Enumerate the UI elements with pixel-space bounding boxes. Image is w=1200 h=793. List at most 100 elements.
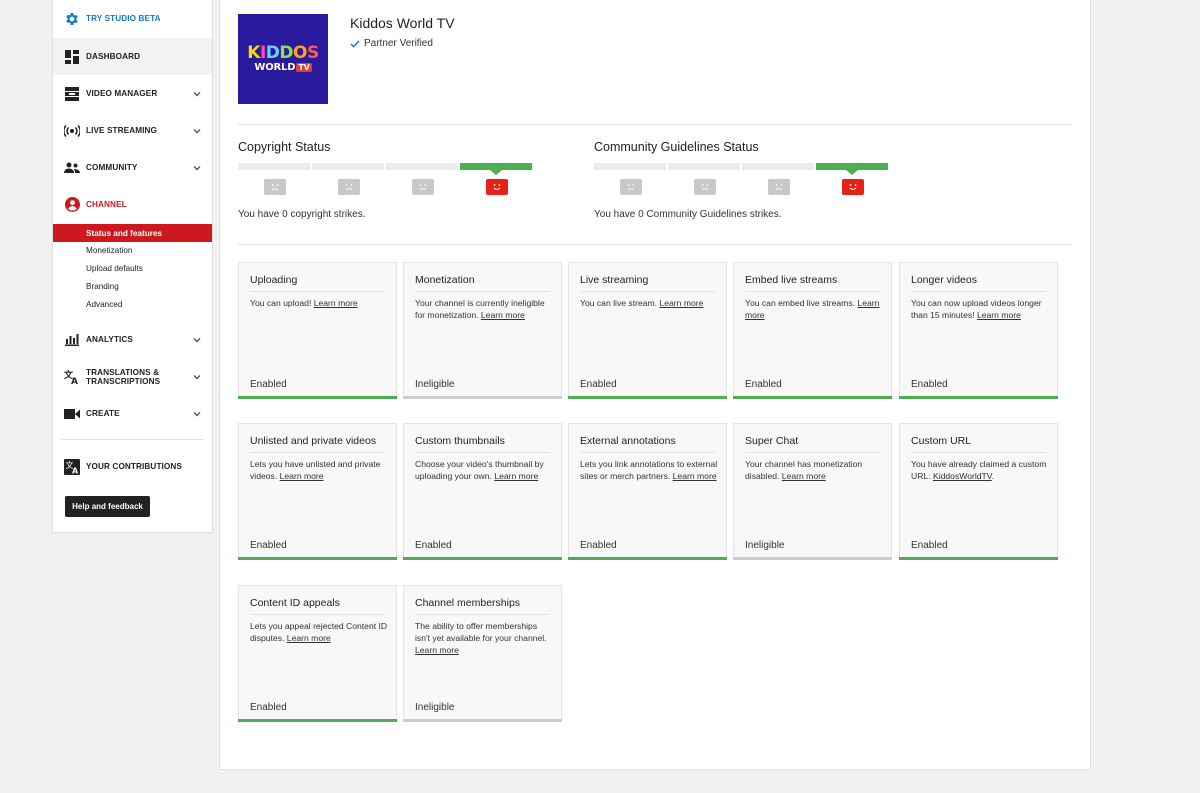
- copyright-strike-meter: [238, 163, 532, 175]
- gear-icon: [64, 11, 80, 27]
- feature-title: Content ID appeals: [250, 597, 340, 609]
- sidebar-subitem-status-and-features[interactable]: Status and features: [53, 224, 212, 242]
- sidebar-subitem-advanced[interactable]: Advanced: [53, 295, 212, 313]
- feature-divider: [415, 291, 550, 292]
- sad-face-icon: [668, 179, 742, 195]
- channel-name: Kiddos World TV: [350, 15, 455, 31]
- feature-description-text: Your channel is currently ineligible for…: [415, 298, 545, 320]
- try-studio-beta-link[interactable]: TRY STUDIO BETA: [53, 0, 212, 37]
- feature-title: Channel memberships: [415, 597, 521, 609]
- verified-label: Partner Verified: [364, 38, 433, 49]
- dashboard-icon: [64, 49, 80, 65]
- sidebar-item-community[interactable]: COMMUNITY: [53, 149, 212, 186]
- feature-status: Ineligible: [745, 540, 785, 551]
- feature-card: Monetization Your channel is currently in…: [403, 262, 562, 399]
- chevron-down-icon: [193, 374, 201, 379]
- feature-description: You can now upload videos longer than 15…: [911, 297, 1049, 321]
- copyright-status-title: Copyright Status: [238, 140, 331, 154]
- learn-more-link[interactable]: Learn more: [977, 310, 1021, 320]
- help-and-feedback-button[interactable]: Help and feedback: [65, 496, 150, 517]
- sidebar-item-create[interactable]: CREATE: [53, 395, 212, 432]
- community-faces: [594, 179, 890, 195]
- feature-divider: [250, 452, 385, 453]
- sidebar-item-label: TRANSLATIONS & TRANSCRIPTIONS: [86, 368, 160, 386]
- sidebar-item-label: LIVE STREAMING: [86, 126, 157, 135]
- neutral-face-icon: [742, 179, 816, 195]
- feature-status-bar: [568, 557, 727, 560]
- feature-status-bar: [568, 396, 727, 399]
- feature-status-bar: [733, 557, 892, 560]
- chevron-down-icon: [193, 411, 201, 416]
- sad-face-icon: [594, 179, 668, 195]
- studio-beta-label: TRY STUDIO BETA: [86, 14, 161, 23]
- feature-description: You can upload! Learn more: [250, 297, 388, 309]
- sidebar-subitem-monetization[interactable]: Monetization: [53, 241, 212, 259]
- feature-description-text: You can upload!: [250, 298, 312, 308]
- feature-description: The ability to offer memberships isn't y…: [415, 620, 553, 656]
- feature-title: Live streaming: [580, 274, 649, 286]
- learn-more-link[interactable]: Learn more: [280, 471, 324, 481]
- community-strike-meter: [594, 163, 888, 175]
- neutral-face-icon: [386, 179, 460, 195]
- feature-divider: [911, 452, 1046, 453]
- feature-card: Embed live streams You can embed live str…: [733, 262, 892, 399]
- sidebar-item-translations[interactable]: 文A TRANSLATIONS & TRANSCRIPTIONS: [53, 358, 212, 395]
- sidebar-item-live-streaming[interactable]: LIVE STREAMING: [53, 112, 212, 149]
- logo-tv: TV: [296, 63, 312, 72]
- feature-description: You can embed live streams. Learn more: [745, 297, 883, 321]
- feature-title: Custom URL: [911, 435, 972, 447]
- sidebar-item-label: COMMUNITY: [86, 163, 138, 172]
- sad-face-icon: [312, 179, 386, 195]
- feature-status-bar: [899, 396, 1058, 399]
- learn-more-link[interactable]: Learn more: [494, 471, 538, 481]
- sidebar-item-dashboard[interactable]: DASHBOARD: [53, 38, 212, 75]
- logo-letter: O: [293, 43, 307, 63]
- feature-description-text: The ability to offer memberships isn't y…: [415, 621, 547, 643]
- feature-status-bar: [403, 396, 562, 399]
- feature-card: Longer videos You can now upload videos l…: [899, 262, 1058, 399]
- feature-divider: [580, 291, 715, 292]
- bar-chart-icon: [64, 332, 80, 348]
- learn-more-link[interactable]: Learn more: [287, 633, 331, 643]
- live-broadcast-icon: [64, 123, 80, 139]
- learn-more-link[interactable]: KiddosWorldTV: [933, 471, 992, 481]
- logo-kiddos: KIDDOS: [247, 43, 319, 63]
- feature-divider: [745, 291, 880, 292]
- translations-line1: TRANSLATIONS &: [86, 367, 160, 377]
- feature-description: You have already claimed a custom URL: K…: [911, 458, 1049, 482]
- feature-title: Embed live streams: [745, 274, 838, 286]
- copyright-status-text: You have 0 copyright strikes.: [238, 209, 366, 220]
- learn-more-link[interactable]: Learn more: [659, 298, 703, 308]
- learn-more-link[interactable]: Learn more: [481, 310, 525, 320]
- main-panel: KIDDOS WORLD TV Kiddos World TV Partner V…: [219, 0, 1091, 770]
- sidebar-item-your-contributions[interactable]: 文A YOUR CONTRIBUTIONS: [53, 448, 212, 485]
- feature-divider: [250, 614, 385, 615]
- chevron-down-icon: [193, 165, 201, 170]
- sidebar-item-channel[interactable]: CHANNEL: [53, 186, 212, 223]
- translate-icon: 文A: [64, 369, 80, 385]
- video-manager-icon: [64, 86, 80, 102]
- sidebar-item-video-manager[interactable]: VIDEO MANAGER: [53, 75, 212, 112]
- feature-status-bar: [238, 396, 397, 399]
- sidebar-item-label: YOUR CONTRIBUTIONS: [86, 462, 182, 471]
- feature-description: Your channel has monetization disabled. …: [745, 458, 883, 482]
- sidebar-subitem-upload-defaults[interactable]: Upload defaults: [53, 259, 212, 277]
- sidebar-item-analytics[interactable]: ANALYTICS: [53, 321, 212, 358]
- learn-more-link[interactable]: Learn more: [673, 471, 717, 481]
- learn-more-link[interactable]: Learn more: [314, 298, 358, 308]
- feature-card: Uploading You can upload! Learn more Enabl…: [238, 262, 397, 399]
- feature-card: Custom thumbnails Choose your video's thu…: [403, 423, 562, 560]
- learn-more-link[interactable]: Learn more: [415, 645, 459, 655]
- community-status-title: Community Guidelines Status: [594, 140, 759, 154]
- feature-status-bar: [403, 557, 562, 560]
- feature-title: Monetization: [415, 274, 475, 286]
- learn-more-link[interactable]: Learn more: [782, 471, 826, 481]
- feature-divider: [415, 452, 550, 453]
- chevron-down-icon: [193, 91, 201, 96]
- feature-card: Unlisted and private videos Lets you have…: [238, 423, 397, 560]
- feature-status: Enabled: [580, 540, 617, 551]
- sidebar: TRY STUDIO BETA DASHBOARD VIDEO MANAGER …: [52, 0, 213, 533]
- sidebar-subitem-branding[interactable]: Branding: [53, 277, 212, 295]
- feature-card: External annotations Lets you link annota…: [568, 423, 727, 560]
- translations-line2: TRANSCRIPTIONS: [86, 376, 161, 386]
